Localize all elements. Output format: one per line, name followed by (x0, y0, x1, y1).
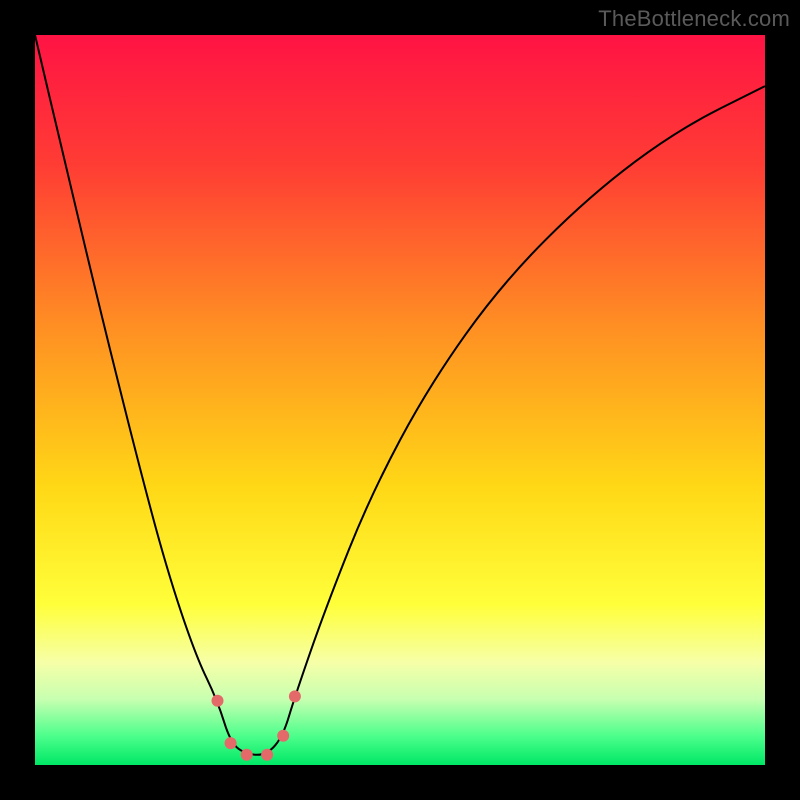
frame-right (765, 0, 800, 800)
optimum-marker (277, 730, 289, 742)
bottleneck-chart (35, 35, 765, 765)
optimum-marker (225, 737, 237, 749)
optimum-marker (289, 690, 301, 702)
optimum-marker (261, 749, 273, 761)
optimum-marker (241, 749, 253, 761)
watermark-text: TheBottleneck.com (598, 6, 790, 32)
frame-left (0, 0, 35, 800)
bottleneck-curve (35, 35, 765, 755)
frame-bottom (0, 765, 800, 800)
optimum-marker (212, 695, 224, 707)
